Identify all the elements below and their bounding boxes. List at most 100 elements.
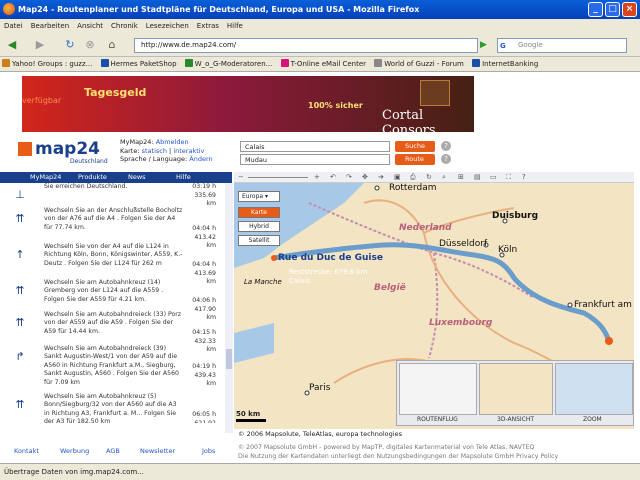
screen-icon[interactable]: ▭	[490, 172, 497, 183]
map-label-rest: Reststrecke: 679.6 km	[289, 268, 368, 276]
stop-icon[interactable]: ⊗	[82, 37, 98, 53]
turn-right-icon: ↱	[15, 350, 25, 363]
footer-newsletter[interactable]: Newsletter	[140, 447, 175, 455]
help-icon[interactable]: ?	[441, 141, 451, 151]
close-button[interactable]: ×	[622, 2, 637, 17]
logo-sub: Deutschland	[70, 158, 108, 165]
bookmarks-bar: Yahoo! Groups : guzz... Hermes PaketShop…	[0, 57, 640, 72]
end-marker-icon	[605, 337, 613, 345]
print-icon[interactable]: ⎙	[410, 172, 416, 183]
map-label-paris: Paris	[309, 383, 331, 393]
bookmark-internetbanking[interactable]: InternetBanking	[470, 57, 542, 71]
bookmark-hermes[interactable]: Hermes PaketShop	[99, 57, 181, 71]
direction-row[interactable]: ↱ Wechseln Sie am Autobahndreieck (39) Sa…	[0, 345, 224, 387]
footer-jobs[interactable]: Jobs	[202, 447, 215, 455]
layers-icon[interactable]: ▤	[474, 172, 481, 183]
tab-produkte[interactable]: Produkte	[78, 172, 107, 183]
page-copyright: © 2007 Mapsolute GmbH - powered by MapTP…	[234, 443, 634, 461]
pan-icon[interactable]: ✥	[362, 172, 368, 183]
direction-row[interactable]: ⇈ Wechseln Sie an der Anschlußstelle Boch…	[0, 207, 224, 249]
tab-mymap24[interactable]: MyMap24	[30, 172, 61, 183]
help-icon[interactable]: ?	[522, 172, 526, 183]
firefox-icon	[3, 3, 15, 15]
search-button[interactable]: Suche	[395, 141, 435, 152]
country-belgie: België	[374, 283, 406, 293]
map-panels: ROUTENFLUG 3D-ANSICHT ZOOM	[396, 360, 634, 426]
maptype-karte[interactable]: Karte	[238, 207, 280, 218]
menu-lesezeichen[interactable]: Lesezeichen	[142, 19, 193, 33]
window-title: Map24 - Routenplaner und Stadtpläne für …	[18, 5, 420, 14]
tab-hilfe[interactable]: Hilfe	[176, 172, 191, 183]
interactive-link[interactable]: interaktiv	[173, 147, 204, 155]
map-label-rotterdam: Rotterdam	[389, 183, 437, 193]
bookmark-wog[interactable]: W_o_G-Moderatoren...	[183, 57, 277, 71]
maptype-hybrid[interactable]: Hybrid	[238, 221, 280, 232]
ad-text: 100% sicher	[308, 101, 363, 110]
forward-icon[interactable]: ▶	[32, 37, 48, 53]
minimize-button[interactable]: _	[588, 2, 603, 17]
from-input[interactable]: Calais	[240, 141, 390, 152]
city-dot-icon	[374, 185, 380, 191]
bookmark-worldofguzzi[interactable]: World of Guzzi - Forum	[372, 57, 468, 71]
map-label-duesseldorf: Düsseldorf	[439, 239, 488, 249]
home-icon[interactable]: ⌂	[104, 37, 120, 53]
3d-panel[interactable]	[479, 363, 553, 415]
bookmark-yahoo[interactable]: Yahoo! Groups : guzz...	[0, 57, 96, 71]
status-bar: Übertrage Daten von img.map24.com...	[0, 463, 640, 480]
change-language-link[interactable]: Ändern	[189, 155, 212, 163]
zoom-in-icon[interactable]: +	[314, 172, 320, 183]
url-input[interactable]: http://www.de.map24.com/	[134, 38, 478, 53]
forward-arrow-icon[interactable]: ↷	[346, 172, 352, 183]
save-icon[interactable]: ▣	[394, 172, 401, 183]
ad-text: verfügbar	[22, 96, 62, 105]
map-copyright: © 2006 Mapsolute, TeleAtlas, europa tech…	[234, 429, 634, 439]
motorway-icon: ⇈	[15, 284, 25, 297]
route-button[interactable]: Route	[395, 154, 435, 165]
zoom-slider[interactable]	[248, 177, 308, 178]
route-form: Calais Suche ? Mudau Route ?	[240, 139, 451, 169]
menu-hilfe[interactable]: Hilfe	[223, 19, 247, 33]
to-input[interactable]: Mudau	[240, 154, 390, 165]
scroll-thumb[interactable]	[226, 349, 232, 369]
routenflug-panel[interactable]	[399, 363, 477, 415]
static-link[interactable]: statisch	[142, 147, 167, 155]
logo-text: map24	[35, 139, 101, 159]
menu-extras[interactable]: Extras	[193, 19, 223, 33]
zoom-area-icon[interactable]: ⌕	[442, 172, 446, 183]
tab-news[interactable]: News	[128, 172, 146, 183]
footer-kontakt[interactable]: Kontakt	[14, 447, 39, 455]
zoom-panel[interactable]	[555, 363, 633, 415]
menu-ansicht[interactable]: Ansicht	[73, 19, 107, 33]
maximize-button[interactable]: □	[605, 2, 620, 17]
zoom-out-icon[interactable]: −	[238, 172, 244, 183]
back-icon[interactable]: ◀	[4, 37, 20, 53]
map24-logo[interactable]: map24 Deutschland	[18, 139, 108, 165]
scrollbar[interactable]	[225, 183, 233, 433]
menu-chronik[interactable]: Chronik	[107, 19, 142, 33]
go-icon[interactable]: ▶	[480, 38, 492, 53]
direction-row[interactable]: ↑ Wechseln Sie von der A4 auf die L124 in…	[0, 243, 224, 285]
maptype-satellit[interactable]: Satellit	[238, 235, 280, 246]
country-select[interactable]: Europa ▾	[238, 191, 280, 202]
menu-datei[interactable]: Datei	[0, 19, 27, 33]
motorway-icon: ⇈	[15, 212, 25, 225]
direction-text: Wechseln Sie am Autobahndreieck (39) San…	[44, 345, 179, 386]
footer-werbung[interactable]: Werbung	[60, 447, 89, 455]
help-icon[interactable]: ?	[441, 154, 451, 164]
bookmark-tonline[interactable]: T-Online eMail Center	[279, 57, 370, 71]
select-icon[interactable]: ➔	[378, 172, 384, 183]
logout-link[interactable]: Abmelden	[156, 138, 189, 146]
fullscreen-icon[interactable]: ⛶	[506, 172, 511, 183]
reload-icon[interactable]: ↻	[62, 37, 78, 53]
menu-bearbeiten[interactable]: Bearbeiten	[27, 19, 73, 33]
rotate-icon[interactable]: ↻	[426, 172, 432, 183]
back-arrow-icon[interactable]: ↶	[330, 172, 336, 183]
search-input[interactable]: G Google	[497, 38, 627, 53]
measure-icon[interactable]: ⊞	[458, 172, 464, 183]
logo-square-icon	[18, 142, 32, 156]
cortal-logo-icon	[420, 80, 450, 106]
motorway-icon: ⇈	[15, 316, 25, 329]
footer-agb[interactable]: AGB	[106, 447, 120, 455]
direction-row[interactable]: ⇈ Wechseln Sie am Autobahnkreuz (5) Bonn/…	[0, 393, 224, 423]
ad-banner[interactable]: verfügbar Tagesgeld 100% sicher Cortal C…	[22, 76, 474, 132]
